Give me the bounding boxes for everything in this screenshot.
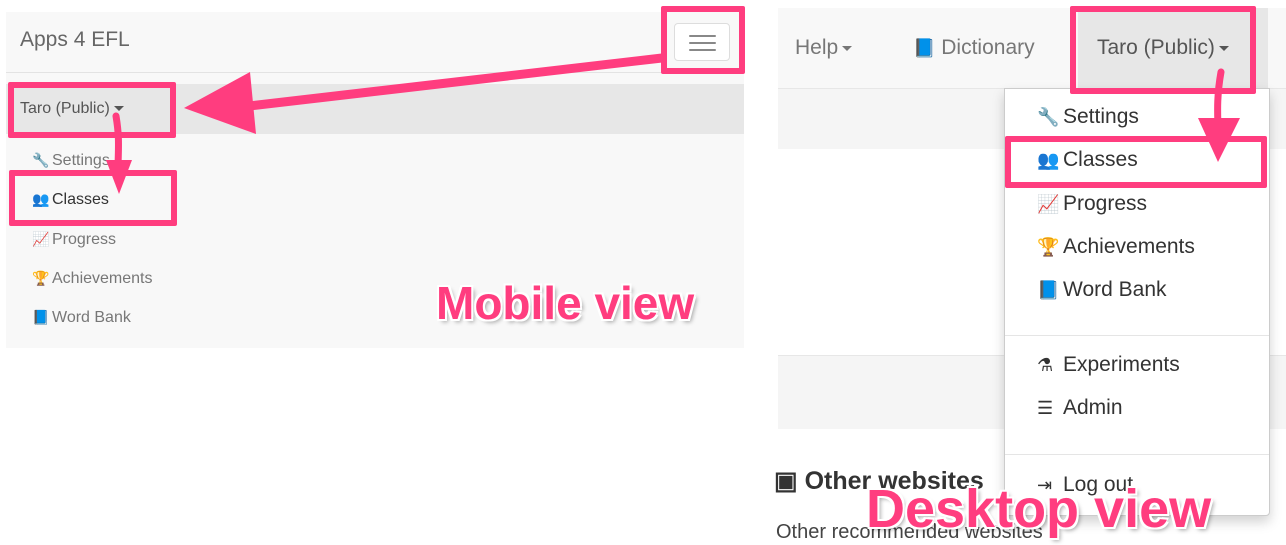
highlight-desktop-classes — [1005, 136, 1267, 188]
annotation-arrow-long — [227, 53, 667, 113]
caption-mobile-view: Mobile view — [436, 277, 695, 329]
annotation-arrowhead-long — [184, 72, 256, 134]
highlight-desktop-user-menu — [1070, 6, 1256, 94]
caption-desktop-view: Desktop view — [866, 479, 1212, 539]
highlight-mobile-user-menu — [8, 82, 176, 138]
highlight-mobile-classes — [9, 170, 177, 226]
highlight-hamburger — [661, 6, 745, 74]
